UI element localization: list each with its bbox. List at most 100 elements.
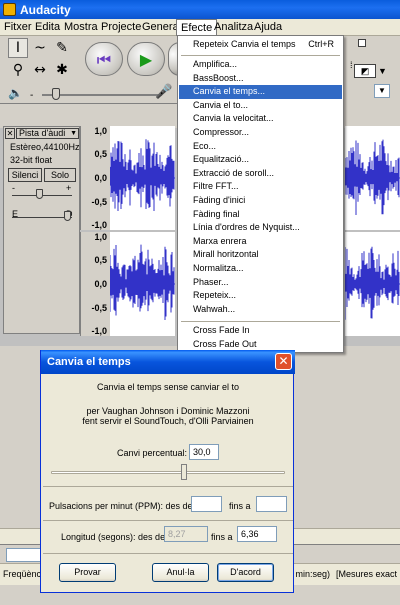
menu-item-shortcut: Ctrl+R xyxy=(308,39,334,49)
ruler-tick-label: -1,0 xyxy=(91,220,107,230)
waveform-right-right-svg xyxy=(345,246,400,320)
menu-item-effect[interactable]: Canvia el to... xyxy=(179,99,342,113)
timeshift-tool-icon[interactable]: ↔ xyxy=(30,60,50,80)
status-right-text-2: [Mesures exact xyxy=(336,569,398,579)
skip-start-button[interactable]: ⏮ xyxy=(85,42,123,76)
amplitude-ruler-left: 1,0 0,5 0,0 -0,5 -1,0 xyxy=(80,126,110,230)
menu-item-effect[interactable]: Phaser... xyxy=(179,276,342,290)
menu-separator xyxy=(181,55,340,56)
waveform-left-channel[interactable] xyxy=(110,126,175,230)
pan-slider-thumb[interactable] xyxy=(64,211,71,221)
ruler-tick-label: 1,0 xyxy=(94,126,107,136)
play-icon: ▶ xyxy=(139,50,153,69)
dialog-divider xyxy=(43,520,293,521)
envelope-tool-icon[interactable]: ~ xyxy=(30,38,50,58)
microphone-icon: 🎤 xyxy=(155,84,173,100)
bpm-from-input[interactable] xyxy=(191,496,222,512)
gain-slider-thumb[interactable] xyxy=(36,189,43,199)
bpm-to-input[interactable] xyxy=(256,496,287,512)
cancel-button[interactable]: Anul·la xyxy=(152,563,209,582)
window-titlebar: Audacity xyxy=(0,0,400,19)
dialog-titlebar: Canvia el temps ✕ xyxy=(41,350,295,374)
menu-item-effect[interactable]: Fàding d'inici xyxy=(179,194,342,208)
output-volume-thumb[interactable] xyxy=(52,88,60,100)
waveform-right-channel[interactable] xyxy=(110,232,175,336)
dialog-heading: Canvia el temps sense canviar el to xyxy=(96,382,240,392)
menu-separator xyxy=(181,321,340,322)
length-to-label: fins a xyxy=(211,532,233,542)
menu-item-effect[interactable]: Wahwah... xyxy=(179,303,342,317)
input-device-dropdown-icon[interactable]: ▼ xyxy=(374,84,390,98)
percent-change-slider[interactable] xyxy=(51,471,285,474)
menu-item-effect[interactable]: Eco... xyxy=(179,140,342,154)
menu-item-effect[interactable]: Mirall horitzontal xyxy=(179,248,342,262)
waveform-path-group xyxy=(110,244,175,321)
length-to-input[interactable]: 6,36 xyxy=(237,526,277,542)
menu-project[interactable]: Projecte xyxy=(101,21,141,33)
menu-file[interactable]: Fitxer xyxy=(4,21,32,33)
mute-button[interactable]: Silenci xyxy=(8,168,42,182)
toolbar-checkbox-icon[interactable] xyxy=(358,39,366,47)
speaker-icon: 🔈 xyxy=(8,86,23,100)
menu-item-effect[interactable]: Canvia la velocitat... xyxy=(179,112,342,126)
bpm-to-label: fins a xyxy=(229,501,251,511)
menu-item-effect[interactable]: Fàding final xyxy=(179,208,342,222)
menu-item-effect[interactable]: Amplifica... xyxy=(179,58,342,72)
waveform-left-channel-right-part[interactable] xyxy=(345,126,400,230)
menu-item-effect[interactable]: Equalització... xyxy=(179,153,342,167)
track-name-button[interactable]: Pista d'àudi ▼ xyxy=(16,128,79,139)
draw-tool-icon[interactable]: ✎ xyxy=(52,38,72,58)
ruler-tick-label: 0,5 xyxy=(94,255,107,265)
amplitude-ruler-right: 1,0 0,5 0,0 -0,5 -1,0 xyxy=(80,232,110,336)
menu-item-effect[interactable]: BassBoost... xyxy=(179,72,342,86)
menu-item-effect[interactable]: Extracció de soroll... xyxy=(179,167,342,181)
waveform-path-group xyxy=(110,139,175,212)
bpm-from-label: Pulsacions per minut (PPM): des de xyxy=(49,501,193,511)
ok-button[interactable]: D'acord xyxy=(217,563,274,582)
menu-item-effect[interactable]: Canvia el temps... xyxy=(179,85,342,99)
dialog-credits-line1: per Vaughan Johnson i Dominic Mazzoni xyxy=(86,406,250,416)
menu-item-cross-fade-in[interactable]: Cross Fade In xyxy=(179,324,342,338)
status-right-text: 5 min:seg) xyxy=(288,569,331,579)
track-info-format: Estèreo,44100Hz xyxy=(10,142,80,152)
play-button[interactable]: ▶ xyxy=(127,42,165,76)
track-close-icon[interactable]: ✕ xyxy=(5,128,15,139)
percent-change-input[interactable]: 30,0 xyxy=(189,444,219,460)
menu-edit[interactable]: Edita xyxy=(35,21,60,33)
menu-item-effect[interactable]: Línia d'ordres de Nyquist... xyxy=(179,221,342,235)
waveform-path-group xyxy=(345,139,400,216)
menu-generate[interactable]: Genera xyxy=(142,21,179,33)
menu-help[interactable]: Ajuda xyxy=(254,21,282,33)
menu-item-effect[interactable]: Filtre FFT... xyxy=(179,180,342,194)
menu-effect[interactable]: Efecte xyxy=(176,19,218,36)
percent-change-slider-thumb[interactable] xyxy=(181,464,188,480)
menu-analyze[interactable]: Analitza xyxy=(214,21,253,33)
menu-item-effect[interactable]: Compressor... xyxy=(179,126,342,140)
menu-item-effect[interactable]: Marxa enrera xyxy=(179,235,342,249)
menu-item-repeat-effect[interactable]: Repeteix Canvia el temps Ctrl+R xyxy=(179,38,342,52)
selection-tool-icon[interactable]: I xyxy=(8,38,28,58)
close-icon[interactable]: ✕ xyxy=(275,353,292,370)
track-control-panel: ✕ Pista d'àudi ▼ Estèreo,44100Hz 32-bit f… xyxy=(3,126,80,334)
effects-menu: Repeteix Canvia el temps Ctrl+R Amplific… xyxy=(177,35,344,353)
pan-slider[interactable] xyxy=(12,217,72,218)
dots-label: ⁞ xyxy=(350,60,353,70)
zoom-tool-icon[interactable]: ⚲ xyxy=(8,60,28,80)
solo-button[interactable]: Solo xyxy=(44,168,76,182)
ruler-tick-label: -0,5 xyxy=(91,197,107,207)
menu-item-effect[interactable]: Normalitza... xyxy=(179,262,342,276)
menu-item-effect[interactable]: Repeteix... xyxy=(179,289,342,303)
dialog-divider xyxy=(43,553,293,554)
waveform-right-channel-right-part[interactable] xyxy=(345,232,400,336)
output-volume-slider[interactable] xyxy=(42,94,162,96)
preview-button[interactable]: Provar xyxy=(59,563,116,582)
ruler-tick-label: 0,5 xyxy=(94,149,107,159)
dialog-title: Canvia el temps xyxy=(47,356,131,368)
meter-icon[interactable]: ◩ xyxy=(354,64,376,78)
right-toolbar-partial: ⁞ ◩ ▼ ▼ xyxy=(344,36,400,104)
multi-tool-icon[interactable]: ✱ xyxy=(52,60,72,80)
gain-plus-label: + xyxy=(66,183,72,193)
meter-dropdown-icon[interactable]: ▼ xyxy=(378,66,387,76)
menu-item-label: Repeteix Canvia el temps xyxy=(193,39,296,49)
menu-view[interactable]: Mostra xyxy=(64,21,98,33)
